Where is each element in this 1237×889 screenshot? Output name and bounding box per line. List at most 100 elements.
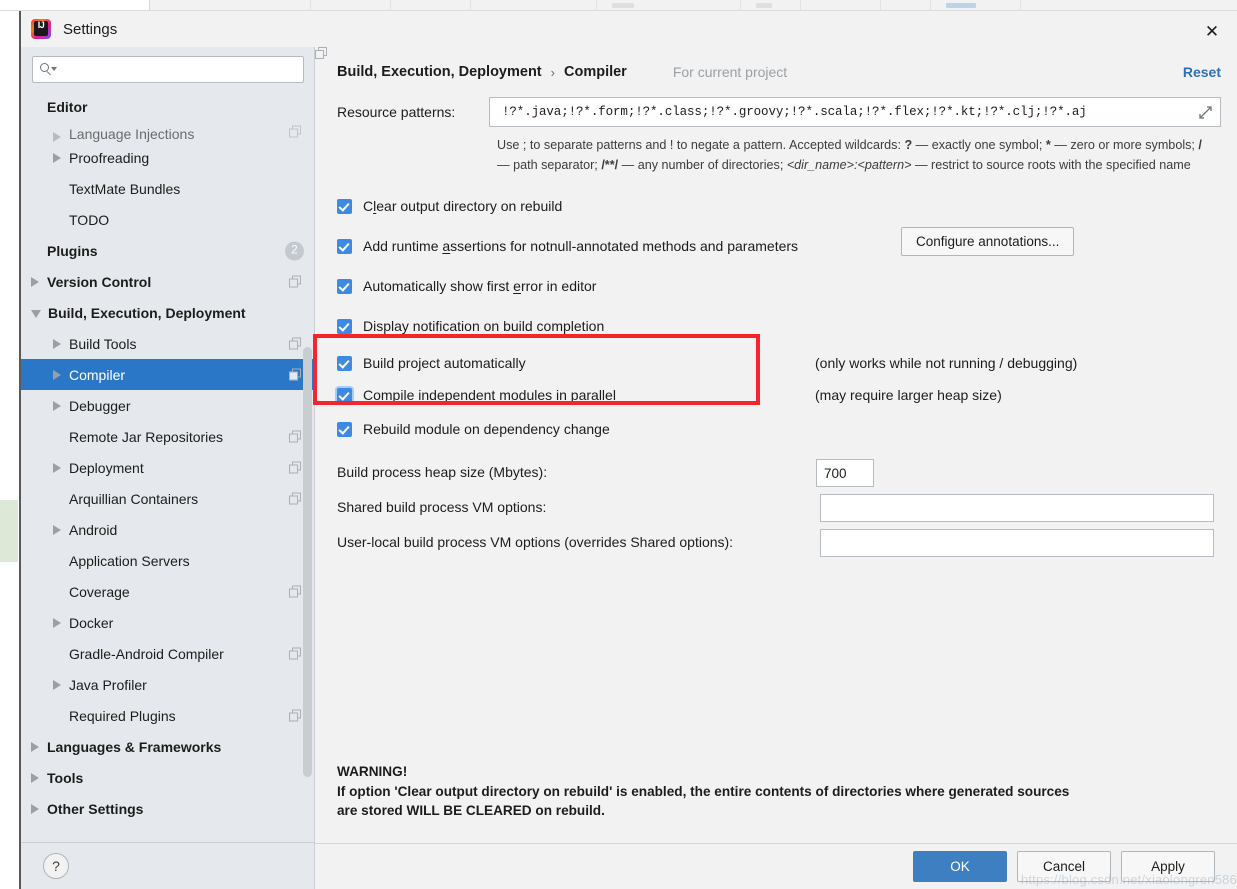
chevron-right-icon[interactable] (31, 772, 40, 783)
help-bold-1: ? (904, 138, 913, 152)
sidebar-item-label: Application Servers (69, 552, 190, 569)
sidebar-item-build-tools[interactable]: Build Tools (21, 328, 314, 359)
checkbox-row-add-runtime-assertions-for-notnull-annotated-m[interactable]: Add runtime assertions for notnull-annot… (337, 227, 1221, 257)
chevron-right-icon[interactable] (53, 679, 62, 690)
checkbox-label-pre: Build project automatically (363, 355, 526, 372)
sidebar-item-deployment[interactable]: Deployment (21, 452, 314, 483)
sidebar-item-gradle-android-compiler[interactable]: Gradle-Android Compiler (21, 638, 314, 669)
sidebar-item-remote-jar-repositories[interactable]: Remote Jar Repositories (21, 421, 314, 452)
sidebar-item-label: Languages & Frameworks (47, 738, 222, 755)
chevron-right-icon[interactable] (31, 276, 40, 287)
configure-annotations-button[interactable]: Configure annotations... (901, 227, 1075, 257)
input-user-local-build-process-vm-options-overrides-[interactable] (820, 529, 1214, 558)
sidebar-item-todo[interactable]: TODO (21, 204, 314, 235)
sidebar-item-required-plugins[interactable]: Required Plugins (21, 700, 314, 731)
resource-patterns-field[interactable] (489, 97, 1221, 127)
chevron-right-icon[interactable] (53, 132, 62, 142)
sidebar-item-label: TextMate Bundles (69, 180, 181, 197)
resource-patterns-input[interactable] (500, 104, 1210, 120)
sidebar-item-java-profiler[interactable]: Java Profiler (21, 669, 314, 700)
project-scope-icon (315, 47, 666, 79)
compiler-options-group: Clear output directory on rebuild Add run… (337, 195, 1221, 440)
help-button[interactable]: ? (43, 853, 69, 879)
field-row-user-local-build-process-vm-options-overrides-: User-local build process VM options (ove… (337, 529, 1221, 558)
checkbox-row-build-project-automatically[interactable]: Build project automatically (only works w… (337, 352, 1221, 374)
chevron-right-icon[interactable] (53, 400, 62, 411)
cancel-button[interactable]: Cancel (1017, 851, 1111, 882)
reset-link[interactable]: Reset (1183, 64, 1221, 80)
apply-button[interactable]: Apply (1121, 851, 1215, 882)
project-scope-icon (289, 337, 302, 350)
checkbox-row-display-notification-on-build-completion[interactable]: Display notification on build completion (337, 315, 1221, 337)
expand-editor-icon[interactable] (1199, 106, 1212, 119)
sidebar-item-android[interactable]: Android (21, 514, 314, 545)
sidebar-item-application-servers[interactable]: Application Servers (21, 545, 314, 576)
field-label: User-local build process VM options (ove… (337, 534, 734, 551)
chevron-right-icon[interactable] (31, 803, 40, 814)
input-shared-build-process-vm-options[interactable] (820, 494, 1214, 523)
sidebar-item-docker[interactable]: Docker (21, 607, 314, 638)
breadcrumb-parent[interactable]: Build, Execution, Deployment (337, 64, 542, 80)
dialog-title-bar: IJ Settings ✕ (21, 11, 1237, 47)
checkbox-rebuild-module-on-dependency-change[interactable] (337, 421, 352, 437)
search-container (21, 47, 314, 89)
input-build-process-heap-size-mbytes[interactable] (816, 459, 874, 488)
sidebar-item-arquillian-containers[interactable]: Arquillian Containers (21, 483, 314, 514)
search-input[interactable] (59, 61, 296, 78)
sidebar-item-compiler[interactable]: Compiler (21, 359, 314, 390)
project-scope-icon (289, 492, 302, 505)
checkbox-hint: (may require larger heap size) (815, 387, 1002, 404)
checkbox-display-notification-on-build-completion[interactable] (337, 318, 352, 334)
ok-button[interactable]: OK (913, 851, 1007, 882)
sidebar-item-editor[interactable]: Editor (21, 91, 314, 122)
checkbox-compile-independent-modules-in-parallel[interactable] (337, 387, 352, 403)
checkbox-build-project-automatically[interactable] (337, 355, 352, 371)
search-box[interactable] (32, 56, 304, 83)
sidebar-item-label: Gradle-Android Compiler (69, 645, 224, 662)
sidebar-item-debugger[interactable]: Debugger (21, 390, 314, 421)
checkbox-label-pre: Automatically show first (363, 278, 514, 295)
help-text-2: — exactly one symbol; (912, 138, 1046, 152)
field-label: Build process heap size (Mbytes): (337, 464, 548, 481)
sidebar-item-version-control[interactable]: Version Control (21, 266, 314, 297)
chevron-right-icon[interactable] (53, 369, 62, 380)
sidebar-item-plugins[interactable]: Plugins 2 (21, 235, 314, 266)
help-bold-3: / (1198, 138, 1202, 152)
checkbox-row-rebuild-module-on-dependency-change[interactable]: Rebuild module on dependency change (337, 418, 1221, 440)
chevron-right-icon[interactable] (53, 617, 62, 628)
sidebar-item-label: Java Profiler (69, 676, 147, 693)
checkbox-row-automatically-show-first-error-in-editor[interactable]: Automatically show first error in editor (337, 275, 1221, 297)
chevron-right-icon[interactable] (31, 741, 40, 752)
checkbox-label: Display notification on build completion (363, 318, 604, 334)
resource-patterns-row: Resource patterns: (337, 97, 1221, 127)
close-icon[interactable]: ✕ (1201, 20, 1223, 42)
main-content: Build, Execution, Deployment › Compiler … (315, 47, 1237, 843)
project-scope-icon (289, 709, 302, 722)
sidebar-item-coverage[interactable]: Coverage (21, 576, 314, 607)
warning-message: WARNING! If option 'Clear output directo… (337, 762, 1221, 821)
sidebar-item-build-execution-deployment[interactable]: Build, Execution, Deployment (21, 297, 314, 328)
sidebar-item-languages-frameworks[interactable]: Languages & Frameworks (21, 731, 314, 762)
checkbox-label-pre: Compile independent modules in parallel (363, 387, 616, 404)
sidebar-scrollbar[interactable] (303, 347, 312, 777)
checkbox-row-clear-output-directory-on-rebuild[interactable]: Clear output directory on rebuild (337, 195, 1221, 217)
field-label: Shared build process VM options: (337, 499, 547, 516)
chevron-right-icon[interactable] (53, 524, 62, 535)
help-text-3: — zero or more symbols; (1050, 138, 1199, 152)
sidebar-item-textmate-bundles[interactable]: TextMate Bundles (21, 173, 314, 204)
resource-patterns-help: Use ; to separate patterns and ! to nega… (497, 136, 1203, 175)
sidebar-item-label: Required Plugins (69, 707, 176, 724)
sidebar-item-other-settings[interactable]: Other Settings (21, 793, 314, 824)
sidebar-item-tools[interactable]: Tools (21, 762, 314, 793)
checkbox-add-runtime-assertions-for-notnull-annotated-m[interactable] (337, 238, 352, 254)
sidebar-item-language-injections[interactable]: Language Injections (21, 122, 314, 142)
checkbox-clear-output-directory-on-rebuild[interactable] (337, 198, 352, 214)
chevron-down-icon[interactable] (31, 310, 41, 318)
chevron-right-icon[interactable] (53, 152, 62, 163)
sidebar-item-label: Deployment (69, 459, 144, 476)
sidebar-item-proofreading[interactable]: Proofreading (21, 142, 314, 173)
checkbox-automatically-show-first-error-in-editor[interactable] (337, 278, 352, 294)
chevron-right-icon[interactable] (53, 462, 62, 473)
chevron-right-icon[interactable] (53, 338, 62, 349)
checkbox-row-compile-independent-modules-in-parallel[interactable]: Compile independent modules in parallel (… (337, 384, 1221, 406)
